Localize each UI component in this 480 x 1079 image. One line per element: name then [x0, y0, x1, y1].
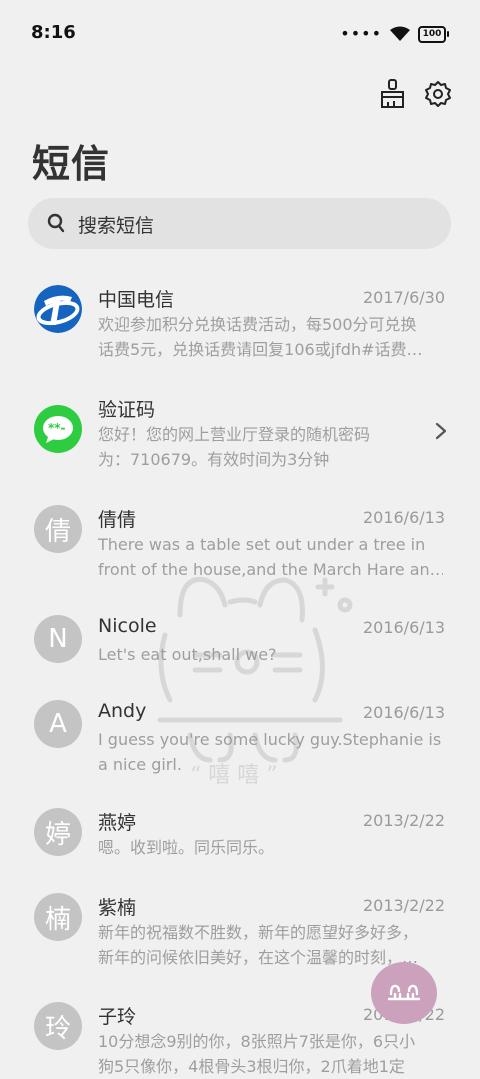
contact-name: 倩倩 [98, 509, 137, 531]
avatar: 玲 [34, 1002, 82, 1050]
chevron-right-icon[interactable] [434, 421, 448, 441]
message-date: 2016/6/13 [362, 508, 445, 527]
contact-name: 紫楠 [98, 897, 137, 919]
avatar: A [34, 700, 82, 748]
wifi-icon [390, 26, 410, 41]
conversation-item[interactable]: 倩 倩倩 2016/6/13 There was a table set out… [0, 505, 480, 595]
contact-name: 验证码 [98, 399, 156, 421]
contact-name: 燕婷 [98, 812, 137, 834]
compose-fab-button[interactable] [371, 962, 437, 1024]
message-preview: 新年的祝福数不胜数，新年的愿望好多好多， 新年的问候依旧美好，在这个温馨的时刻，… [98, 923, 419, 967]
top-actions [378, 78, 452, 110]
avatar: N [34, 615, 82, 663]
status-icons: •••• 100 [340, 24, 449, 44]
conversation-item[interactable]: 婷 燕婷 2013/2/22 嗯。收到啦。同乐同乐。 [0, 808, 480, 878]
search-icon [47, 213, 65, 233]
contact-name: 子玲 [98, 1006, 137, 1028]
message-preview: 嗯。收到啦。同乐同乐。 [98, 838, 275, 857]
cat-face-icon [387, 984, 421, 1001]
message-preview: 欢迎参加积分兑换话费活动，每500分可兑换 话费5元，兑换话费请回复106或jf… [98, 315, 423, 359]
svg-text:**-: **- [48, 421, 66, 435]
contact-name: Andy [98, 700, 147, 722]
message-preview: There was a table set out under a tree i… [98, 535, 443, 579]
message-date: 2016/6/13 [362, 618, 445, 637]
message-preview: 10分想念9别的你，8张照片7张是你，6只小 狗5只像你，4根骨头3根归你，2爪… [98, 1032, 416, 1076]
status-time: 8:16 [31, 22, 76, 43]
contact-name: 中国电信 [98, 289, 175, 311]
china-telecom-logo-icon [34, 285, 82, 333]
clean-brush-icon[interactable] [378, 78, 406, 110]
battery-icon: 100 [418, 25, 449, 43]
avatar: 楠 [34, 893, 82, 941]
message-date: 2016/6/13 [362, 703, 445, 722]
avatar: 倩 [34, 505, 82, 553]
message-preview: 您好！您的网上营业厅登录的随机密码 为：710679。有效时间为3分钟 [98, 425, 371, 469]
message-preview: Let's eat out,shall we? [98, 645, 277, 664]
message-date: 2013/2/22 [362, 811, 445, 830]
message-date: 2013/2/22 [362, 896, 445, 915]
conversation-item[interactable]: A Andy 2016/6/13 I guess you're some luc… [0, 700, 480, 790]
conversation-item[interactable]: **- 验证码 您好！您的网上营业厅登录的随机密码 为：710679。有效时间为… [0, 395, 480, 485]
conversation-item[interactable]: 中国电信 2017/6/30 欢迎参加积分兑换话费活动，每500分可兑换 话费5… [0, 285, 480, 375]
signal-icon: •••• [340, 24, 382, 43]
contact-name: Nicole [98, 615, 157, 637]
message-preview: I guess you're some lucky guy.Stephanie … [98, 730, 442, 774]
avatar: 婷 [34, 808, 82, 856]
search-placeholder: 搜索短信 [78, 215, 155, 237]
search-bar[interactable]: 搜索短信 [28, 198, 451, 249]
message-date: 2017/6/30 [362, 288, 445, 307]
verification-message-icon: **- [34, 405, 82, 453]
settings-gear-icon[interactable] [424, 78, 452, 110]
conversation-item[interactable]: N Nicole 2016/6/13 Let's eat out,shall w… [0, 615, 480, 685]
page-title: 短信 [32, 142, 111, 186]
status-bar: 8:16 •••• 100 [0, 0, 480, 68]
